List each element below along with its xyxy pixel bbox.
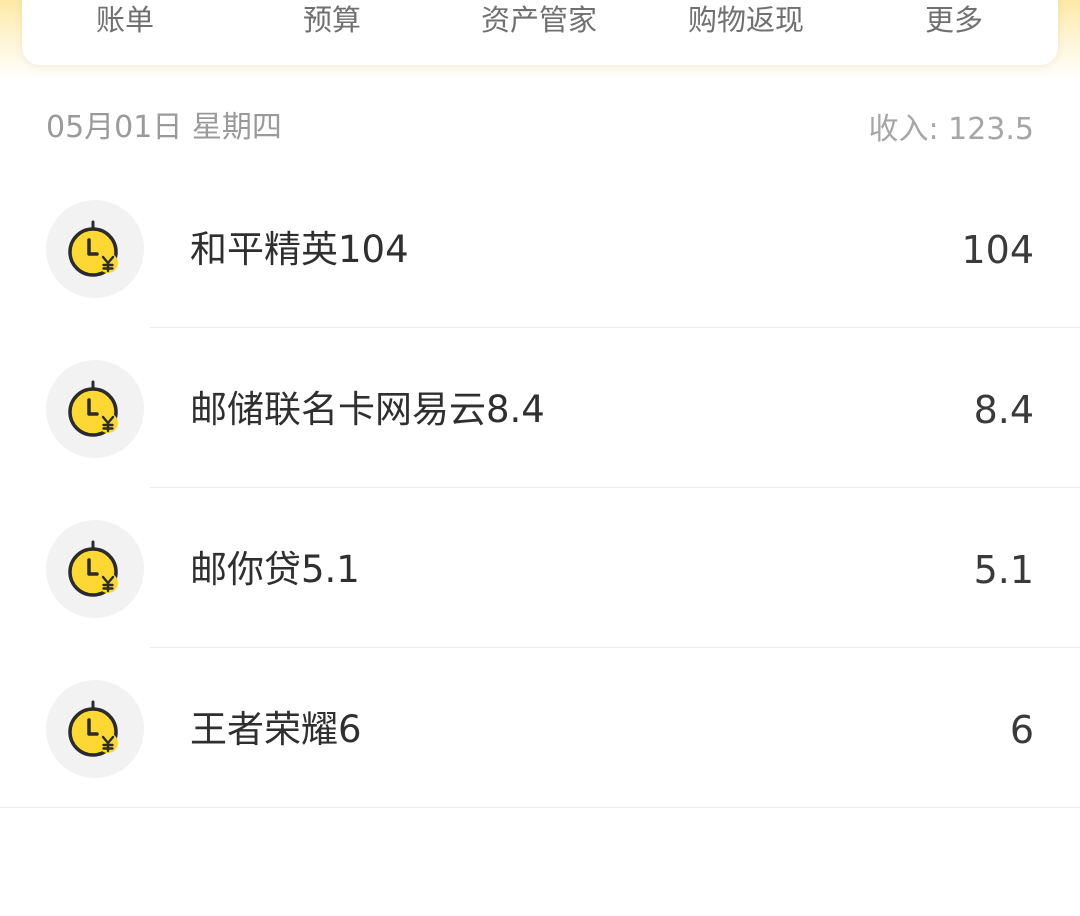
transaction-title: 邮储联名卡网易云8.4	[190, 388, 545, 431]
row-divider	[150, 327, 1080, 328]
transaction-title: 王者荣耀6	[190, 708, 362, 751]
clock-yuan-icon	[68, 700, 118, 757]
transaction-amount: 5.1	[973, 548, 1034, 592]
transaction-title: 和平精英104	[190, 228, 409, 271]
transaction-row[interactable]: 和平精英104 104	[0, 170, 1080, 330]
transaction-row[interactable]: 邮你贷5.1 5.1	[0, 490, 1080, 650]
transaction-amount: 104	[961, 228, 1034, 272]
category-icon-container	[46, 520, 144, 618]
nav-budget[interactable]: 预算	[252, 0, 412, 40]
day-income: 收入: 123.5	[868, 110, 1034, 150]
nav-shopping-cashback[interactable]: 购物返现	[666, 0, 826, 40]
income-label: 收入:	[868, 112, 939, 147]
category-icon-container	[46, 680, 144, 778]
day-date: 05月01日 星期四	[46, 110, 282, 145]
transaction-amount: 6	[1009, 708, 1034, 752]
section-divider	[0, 807, 1080, 808]
category-icon-container	[46, 200, 144, 298]
clock-yuan-icon	[68, 540, 118, 597]
quick-nav-bar: 账单 预算 资产管家 购物返现 更多	[22, 0, 1058, 65]
transaction-row[interactable]: 邮储联名卡网易云8.4 8.4	[0, 330, 1080, 490]
income-amount: 123.5	[948, 112, 1034, 147]
nav-asset-manager[interactable]: 资产管家	[459, 0, 619, 40]
clock-yuan-icon	[68, 220, 118, 277]
clock-yuan-icon	[68, 380, 118, 437]
nav-more[interactable]: 更多	[874, 0, 1034, 40]
nav-bills[interactable]: 账单	[45, 0, 205, 40]
row-divider	[150, 647, 1080, 648]
transaction-row[interactable]: 王者荣耀6 6	[0, 650, 1080, 810]
transaction-amount: 8.4	[973, 388, 1034, 432]
row-divider	[150, 487, 1080, 488]
transaction-title: 邮你贷5.1	[190, 548, 360, 591]
category-icon-container	[46, 360, 144, 458]
